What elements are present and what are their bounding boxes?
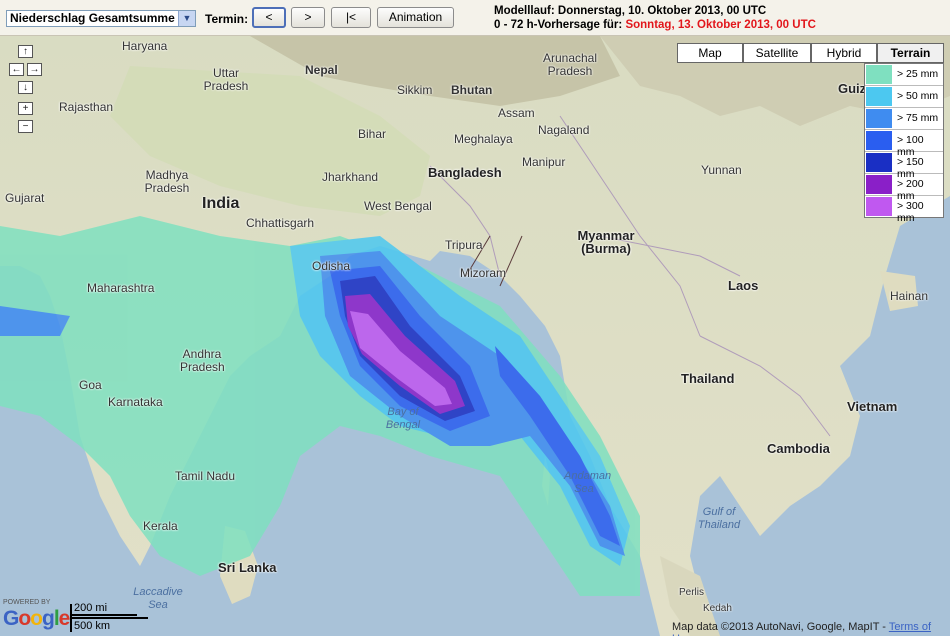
label-tamil-nadu: Tamil Nadu [175,469,236,483]
parameter-select-value: Niederschlag Gesamtsumme [10,11,175,25]
forecast-text: 0 - 72 h-Vorhersage für: Sonntag, 13. Ok… [494,19,816,31]
label-cambodia: Cambodia [767,441,830,456]
next-button[interactable]: > [291,7,325,28]
label-jharkhand: Jharkhand [322,170,379,184]
label-thailand: Thailand [681,371,735,386]
label-madhya-pradesh: Madhya Pradesh [144,168,190,195]
label-nepal: Nepal [305,63,338,77]
legend-item: > 75 mm [865,108,943,130]
label-nagaland: Nagaland [538,123,590,137]
google-logo[interactable]: Google [3,607,70,631]
legend-item: > 300 mm [865,196,943,224]
powered-by-text: POWERED BY [3,599,51,606]
legend-swatch [866,109,892,128]
scale-bar: 200 mi 500 km [68,602,148,632]
label-sri-lanka: Sri Lanka [218,560,277,575]
label-mizoram: Mizoram [460,266,507,280]
chevron-down-icon[interactable]: ▼ [178,11,195,26]
label-maharashtra: Maharashtra [87,281,155,295]
label-chhattisgarh: Chhattisgarh [246,216,315,230]
maptype-map-button[interactable]: Map [677,43,743,63]
label-andaman-sea: Andaman Sea [564,470,612,495]
forecast-date: Sonntag, 13. Oktober 2013, 00 UTC [625,19,816,31]
label-west-bengal: West Bengal [364,199,432,213]
scale-miles: 200 mi [74,602,108,614]
label-vietnam: Vietnam [847,399,898,414]
label-guiz: Guiz [838,81,867,96]
label-bhutan: Bhutan [451,83,493,97]
label-goa: Goa [79,378,102,392]
pan-down-button[interactable]: ↓ [18,81,33,94]
label-rajasthan: Rajasthan [59,100,114,114]
pan-left-button[interactable]: ← [9,63,24,76]
label-meghalaya: Meghalaya [454,132,513,146]
scale-km: 500 km [74,620,111,632]
label-uttar-pradesh: Uttar Pradesh [203,66,249,93]
legend-item: > 100 mm [865,130,943,158]
label-manipur: Manipur [522,155,566,169]
termin-label: Termin: [205,12,249,26]
legend-swatch [866,87,892,106]
label-haryana: Haryana [122,39,168,53]
legend-item: > 25 mm [865,64,943,86]
map-canvas[interactable]: Haryana Uttar Pradesh Nepal Arunachal Pr… [0,36,950,636]
label-odisha: Odisha [312,259,351,273]
label-karnataka: Karnataka [108,395,163,409]
animation-button[interactable]: Animation [377,7,454,28]
legend-swatch [866,197,892,216]
label-gulf-of-thailand: Gulf of Thailand [697,506,741,531]
legend-swatch [866,175,892,194]
legend-label: > 50 mm [897,90,939,102]
parameter-select[interactable]: Niederschlag Gesamtsumme ▼ [6,10,196,27]
zoom-in-button[interactable]: + [18,102,33,115]
legend-label: > 300 mm [897,200,924,224]
pan-right-button[interactable]: → [27,63,42,76]
legend-swatch [866,131,892,150]
label-arunachal: Arunachal Pradesh [542,51,598,78]
label-gujarat: Gujarat [5,191,45,205]
maptype-terrain-button[interactable]: Terrain [877,43,944,63]
label-andhra-pradesh: Andhra Pradesh [180,347,225,374]
label-yunnan: Yunnan [701,163,742,177]
label-kedah: Kedah [703,603,732,614]
label-kerala: Kerala [143,519,178,533]
label-bihar: Bihar [358,127,387,141]
label-perlis: Perlis [679,587,705,598]
precipitation-legend: > 25 mm > 50 mm > 75 mm > 100 mm > 150 m… [864,63,944,224]
label-myanmar: Myanmar (Burma) [577,228,635,256]
maptype-hybrid-button[interactable]: Hybrid [811,43,877,63]
legend-swatch [866,65,892,84]
label-hainan: Hainan [890,289,929,303]
copyright-text: Map data ©2013 AutoNavi, Google, MapIT - [672,621,886,633]
pan-up-button[interactable]: ↑ [18,45,33,58]
label-tripura: Tripura [445,238,483,252]
label-assam: Assam [498,106,535,120]
map-attribution: Map data ©2013 AutoNavi, Google, MapIT -… [672,621,950,636]
zoom-out-button[interactable]: − [18,120,33,133]
map-terrain [0,36,950,636]
legend-item: > 200 mm [865,174,943,202]
legend-label: > 25 mm [897,68,939,80]
label-sikkim: Sikkim [397,83,433,97]
model-run-text: Modelllauf: Donnerstag, 10. Oktober 2013… [494,5,767,17]
toolbar: Niederschlag Gesamtsumme ▼ Termin: < > |… [0,0,950,36]
legend-item: > 50 mm [865,86,943,108]
label-bay-of-bengal: Bay of Bengal [385,406,421,431]
forecast-prefix: 0 - 72 h-Vorhersage für: [494,19,623,31]
first-button[interactable]: |< [331,7,371,28]
legend-swatch [866,153,892,172]
label-laos: Laos [728,278,759,293]
prev-button[interactable]: < [252,7,286,28]
legend-item: > 150 mm [865,152,943,180]
label-bangladesh: Bangladesh [428,165,502,180]
label-india: India [202,195,240,212]
legend-label: > 75 mm [897,112,939,124]
maptype-satellite-button[interactable]: Satellite [743,43,811,63]
